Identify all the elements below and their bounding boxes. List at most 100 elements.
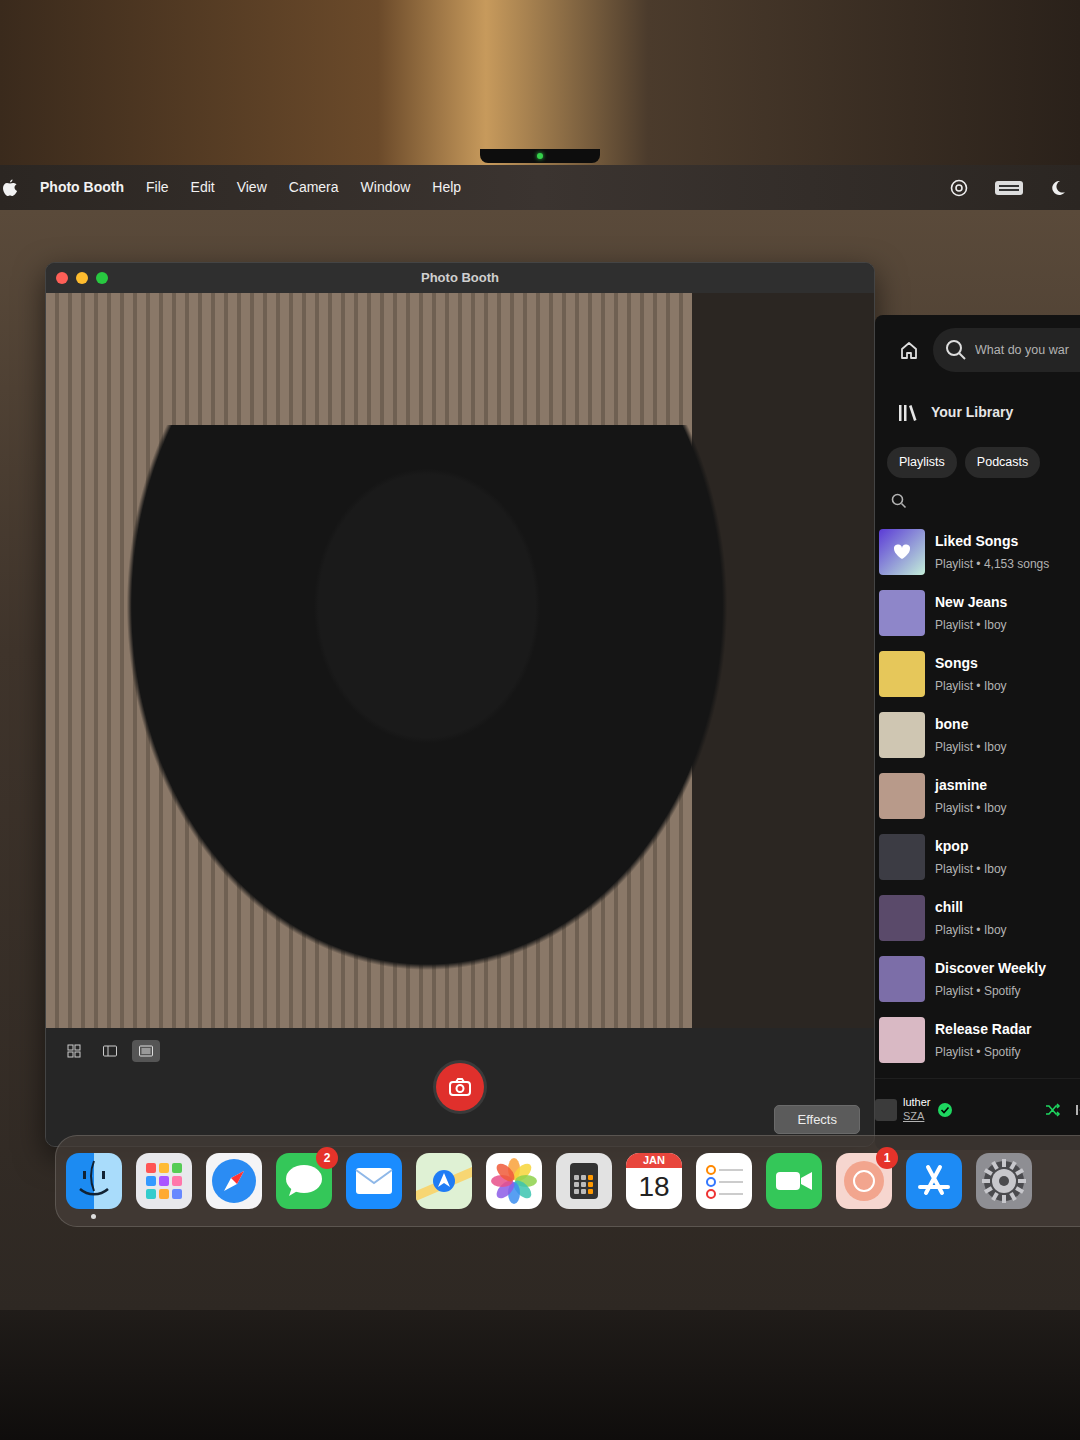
playlist-item[interactable]: jasminePlaylist • Iboy xyxy=(875,765,1080,826)
settings-icon xyxy=(976,1153,1032,1209)
dock-item[interactable] xyxy=(66,1153,122,1209)
track-cover[interactable] xyxy=(875,1099,897,1121)
playlist-cover xyxy=(879,529,925,575)
playlist-item[interactable]: Discover WeeklyPlaylist • Spotify xyxy=(875,948,1080,1009)
dock-item[interactable]: 1 xyxy=(836,1153,892,1209)
close-button[interactable] xyxy=(56,272,68,284)
playlist-item[interactable]: kpopPlaylist • Iboy xyxy=(875,826,1080,887)
notification-badge: 1 xyxy=(876,1147,898,1169)
user-circle-icon[interactable] xyxy=(950,179,968,197)
library-header[interactable]: Your Library xyxy=(875,385,1080,440)
playlist-subtitle: Playlist • Iboy xyxy=(935,799,1007,817)
playlist-item[interactable]: New JeansPlaylist • Iboy xyxy=(875,582,1080,643)
moon-icon[interactable] xyxy=(1050,180,1066,196)
menu-bar: Photo Booth File Edit View Camera Window Help xyxy=(0,165,1080,210)
minimize-button[interactable] xyxy=(76,272,88,284)
dock-item[interactable] xyxy=(766,1153,822,1209)
safari-icon xyxy=(206,1153,262,1209)
apple-icon[interactable] xyxy=(2,179,18,197)
playlist-item[interactable]: Release RadarPlaylist • Spotify xyxy=(875,1009,1080,1070)
facetime-icon xyxy=(766,1153,822,1209)
search-input[interactable] xyxy=(975,341,1080,360)
library-icon xyxy=(897,403,919,423)
playlist-text: New JeansPlaylist • Iboy xyxy=(935,592,1007,634)
playlist-cover xyxy=(879,895,925,941)
dock-item[interactable] xyxy=(206,1153,262,1209)
dock-item[interactable] xyxy=(416,1153,472,1209)
playback-controls xyxy=(1045,1102,1080,1118)
appstore-icon xyxy=(906,1153,962,1209)
search-icon[interactable] xyxy=(891,493,907,509)
playlist-item[interactable]: Songs Playlist • Iboy xyxy=(875,643,1080,704)
home-icon[interactable] xyxy=(899,340,919,360)
title-bar: Photo Booth xyxy=(46,263,874,293)
dock-item[interactable]: JAN18 xyxy=(626,1153,682,1209)
dock-item[interactable] xyxy=(696,1153,752,1209)
dock: 2 JAN18 1 xyxy=(55,1135,1080,1227)
laptop-bezel xyxy=(0,1310,1080,1440)
playlist-text: chillPlaylist • Iboy xyxy=(935,897,1007,939)
playlist-title: Songs xyxy=(935,653,1007,674)
view-mode-button[interactable] xyxy=(96,1040,124,1062)
dock-item[interactable] xyxy=(556,1153,612,1209)
running-indicator xyxy=(91,1214,96,1219)
effects-button[interactable]: Effects xyxy=(774,1105,860,1135)
view-mode-button[interactable] xyxy=(132,1040,160,1062)
dock-item[interactable] xyxy=(136,1153,192,1209)
playlist-title: kpop xyxy=(935,836,1007,857)
playlist-text: bone Playlist • Iboy xyxy=(935,714,1007,756)
notification-badge: 2 xyxy=(316,1147,338,1169)
camera-indicator xyxy=(537,153,543,159)
playlist-title: bone xyxy=(935,714,1007,735)
menu-item[interactable]: Edit xyxy=(191,177,215,198)
shuffle-icon[interactable] xyxy=(1045,1102,1061,1118)
library-filters: Playlists Podcasts xyxy=(875,440,1080,485)
menu-item[interactable]: Help xyxy=(432,177,461,198)
keyboard-icon[interactable] xyxy=(994,180,1024,196)
calendar-month: JAN xyxy=(626,1153,682,1168)
menu-item[interactable]: File xyxy=(146,177,169,198)
search-icon xyxy=(945,339,967,361)
previous-icon[interactable] xyxy=(1075,1103,1080,1117)
track-artist[interactable]: SZA xyxy=(903,1110,931,1124)
dock-item[interactable] xyxy=(346,1153,402,1209)
playlist-item[interactable]: bone Playlist • Iboy xyxy=(875,704,1080,765)
dock-item[interactable] xyxy=(976,1153,1032,1209)
filter-chip[interactable]: Playlists xyxy=(887,447,957,478)
menu-item[interactable]: Photo Booth xyxy=(40,177,124,198)
finder-icon xyxy=(66,1153,122,1209)
dock-item[interactable] xyxy=(906,1153,962,1209)
playlist-text: kpopPlaylist • Iboy xyxy=(935,836,1007,878)
playlist-subtitle: Playlist • Iboy xyxy=(935,738,1007,756)
filter-chip[interactable]: Podcasts xyxy=(965,447,1040,478)
playlist-item[interactable]: chillPlaylist • Iboy xyxy=(875,887,1080,948)
playlist-title: chill xyxy=(935,897,1007,918)
dock-item[interactable]: 2 xyxy=(276,1153,332,1209)
window-title: Photo Booth xyxy=(46,268,874,288)
status-icons xyxy=(950,179,1066,197)
zoom-button[interactable] xyxy=(96,272,108,284)
track-title[interactable]: luther xyxy=(903,1096,931,1110)
calendar-icon: JAN18 xyxy=(626,1153,682,1209)
view-mode-button[interactable] xyxy=(60,1040,88,1062)
playlist-text: Liked SongsPlaylist • 4,153 songs xyxy=(935,531,1049,573)
playlist-subtitle: Playlist • Iboy xyxy=(935,677,1007,695)
spotify-window: Your Library Playlists Podcasts Liked Songs… xyxy=(875,315,1080,1150)
saved-check-icon[interactable] xyxy=(937,1102,953,1118)
room-background xyxy=(0,0,1080,165)
dock-item[interactable] xyxy=(486,1153,542,1209)
menu-item[interactable]: Camera xyxy=(289,177,339,198)
view-mode-buttons xyxy=(60,1028,436,1062)
playlist-cover xyxy=(879,651,925,697)
menu-item[interactable]: View xyxy=(237,177,267,198)
playlist-item[interactable]: Liked SongsPlaylist • 4,153 songs xyxy=(875,521,1080,582)
playlist-text: Discover WeeklyPlaylist • Spotify xyxy=(935,958,1046,1000)
playlist-text: Songs Playlist • Iboy xyxy=(935,653,1007,695)
spotify-header xyxy=(875,315,1080,385)
menu-item[interactable]: Window xyxy=(361,177,411,198)
playlist-subtitle: Playlist • 4,153 songs xyxy=(935,555,1049,573)
playlist-cover xyxy=(879,834,925,880)
take-photo-button[interactable] xyxy=(436,1063,484,1111)
playlist-text: Release RadarPlaylist • Spotify xyxy=(935,1019,1032,1061)
mail-icon xyxy=(346,1153,402,1209)
